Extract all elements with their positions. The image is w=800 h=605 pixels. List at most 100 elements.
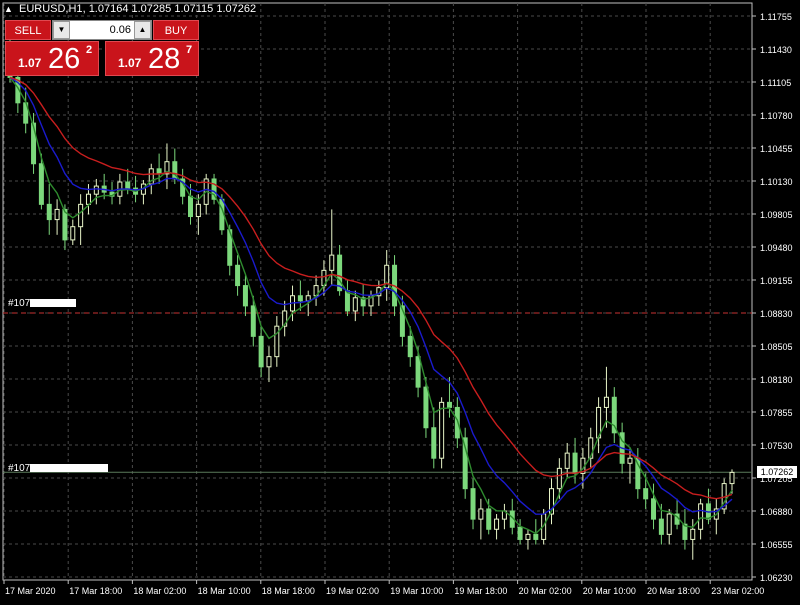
x-tick-label: 19 Mar 18:00 bbox=[454, 586, 507, 596]
candle-body bbox=[258, 335, 264, 368]
buy-quote[interactable]: 1.07 28 7 bbox=[105, 41, 199, 76]
candle-body bbox=[478, 508, 484, 520]
candle-body bbox=[54, 208, 60, 221]
candle-body bbox=[446, 401, 452, 408]
lot-decrease-icon[interactable]: ▼ bbox=[53, 21, 70, 39]
order-1-id: #107 bbox=[8, 298, 31, 309]
y-tick-label: 1.07530 bbox=[760, 441, 793, 451]
sell-price-fraction: 2 bbox=[86, 44, 93, 56]
order-1-masked bbox=[30, 299, 77, 308]
candle-body bbox=[274, 325, 280, 358]
buy-price-fraction: 7 bbox=[186, 44, 193, 56]
candle-body bbox=[344, 290, 350, 312]
candle-body bbox=[494, 518, 500, 530]
candle-body bbox=[38, 163, 44, 205]
x-tick-label: 20 Mar 02:00 bbox=[519, 586, 572, 596]
candle-body bbox=[658, 518, 664, 535]
y-tick-label: 1.08505 bbox=[760, 342, 793, 352]
x-tick-label: 19 Mar 02:00 bbox=[326, 586, 379, 596]
candle-body bbox=[603, 396, 609, 408]
y-tick-label: 1.10130 bbox=[760, 177, 793, 187]
symbol-timeframe: EURUSD,H1 bbox=[18, 3, 83, 15]
candle-body bbox=[423, 386, 429, 429]
candle-body bbox=[125, 181, 131, 189]
order-line-label-2[interactable]: #107 bbox=[8, 463, 109, 474]
candle-body bbox=[439, 401, 445, 459]
x-tick-label: 18 Mar 18:00 bbox=[262, 586, 315, 596]
one-click-trade-panel: SELL ▼ 0.06 ▲ BUY 1.07 26 2 1.07 28 7 bbox=[5, 20, 199, 76]
x-tick-label: 18 Mar 10:00 bbox=[198, 586, 251, 596]
candle-body bbox=[329, 254, 335, 271]
chart-header: ▲ EURUSD,H1, 1.07164 1.07285 1.07115 1.0… bbox=[4, 3, 257, 15]
candle-body bbox=[572, 452, 578, 474]
candle-body bbox=[250, 305, 256, 337]
candle-body bbox=[407, 335, 413, 358]
x-tick-label: 20 Mar 18:00 bbox=[647, 586, 700, 596]
chart-area[interactable]: 1.11755 1.11430 1.11105 1.10780 1.10455 1.101… bbox=[0, 0, 800, 600]
candle-body bbox=[470, 488, 476, 520]
buy-price-pips: 28 bbox=[148, 43, 181, 75]
candle-body bbox=[486, 508, 492, 530]
candle-body bbox=[651, 498, 657, 520]
candle-body bbox=[698, 503, 704, 530]
candle-body bbox=[93, 185, 99, 195]
candle-body bbox=[627, 457, 633, 464]
y-tick-label: 1.09155 bbox=[760, 276, 793, 286]
candle-body bbox=[195, 203, 201, 218]
candle-body bbox=[70, 226, 76, 241]
x-tick-label: 18 Mar 02:00 bbox=[133, 586, 186, 596]
y-tick-label: 1.11105 bbox=[760, 78, 791, 88]
x-tick-label: 17 Mar 18:00 bbox=[69, 586, 122, 596]
order-2-id: #107 bbox=[8, 463, 31, 474]
lot-increase-icon[interactable]: ▲ bbox=[134, 21, 151, 39]
sell-price-big: 1.07 bbox=[18, 56, 42, 70]
candle-body bbox=[235, 264, 241, 287]
lot-value[interactable]: 0.06 bbox=[73, 21, 131, 39]
candle-body bbox=[729, 471, 735, 485]
y-tick-label: 1.09805 bbox=[760, 210, 793, 220]
candle-body bbox=[352, 297, 358, 312]
candle-body bbox=[297, 295, 303, 302]
y-tick-label: 1.07855 bbox=[760, 408, 793, 418]
candle-body bbox=[431, 427, 437, 459]
candle-body bbox=[517, 526, 523, 540]
lot-size-field[interactable]: ▼ 0.06 ▲ bbox=[52, 20, 152, 40]
candle-body bbox=[643, 488, 649, 500]
current-price-tag: 1.07262 bbox=[757, 466, 797, 478]
y-tick-label: 1.10780 bbox=[760, 111, 793, 121]
y-tick-label: 1.11430 bbox=[760, 45, 792, 55]
y-tick-label: 1.06880 bbox=[760, 507, 793, 517]
x-tick-label: 19 Mar 10:00 bbox=[390, 586, 443, 596]
candle-body bbox=[533, 533, 539, 540]
candle-body bbox=[666, 513, 672, 535]
order-2-masked bbox=[30, 464, 109, 473]
candle-body bbox=[62, 208, 68, 241]
candle-body bbox=[690, 528, 696, 540]
ma-mid-line bbox=[9, 76, 733, 515]
x-tick-label: 20 Mar 10:00 bbox=[583, 586, 636, 596]
order-line-label-1[interactable]: #107 bbox=[8, 298, 77, 309]
candle-body bbox=[188, 195, 193, 218]
price-chart[interactable]: 1.11755 1.11430 1.11105 1.10780 1.10455 1.101… bbox=[0, 0, 800, 600]
candle-body bbox=[242, 285, 248, 307]
candle-body bbox=[46, 203, 52, 221]
y-tick-label: 1.06555 bbox=[760, 540, 793, 550]
buy-button[interactable]: BUY bbox=[153, 20, 199, 40]
candle-body bbox=[78, 203, 84, 228]
y-tick-label: 1.08830 bbox=[760, 309, 793, 319]
candle-body bbox=[564, 452, 570, 469]
collapse-triangle-icon[interactable]: ▲ bbox=[4, 4, 13, 14]
candle-body bbox=[266, 356, 272, 368]
candle-body bbox=[525, 533, 531, 540]
sell-button[interactable]: SELL bbox=[5, 20, 51, 40]
ohlc-readout: 1.07164 1.07285 1.07115 1.07262 bbox=[88, 3, 257, 15]
candle-body bbox=[556, 467, 562, 490]
buy-price-big: 1.07 bbox=[118, 56, 142, 70]
y-tick-label: 1.09480 bbox=[760, 243, 793, 253]
x-tick-label: 17 Mar 2020 bbox=[5, 586, 56, 596]
y-tick-label: 1.11755 bbox=[760, 12, 792, 22]
x-tick-label: 23 Mar 02:00 bbox=[711, 586, 764, 596]
y-tick-label: 1.06230 bbox=[760, 573, 793, 583]
sell-quote[interactable]: 1.07 26 2 bbox=[5, 41, 99, 76]
y-tick-label: 1.10455 bbox=[760, 144, 793, 154]
